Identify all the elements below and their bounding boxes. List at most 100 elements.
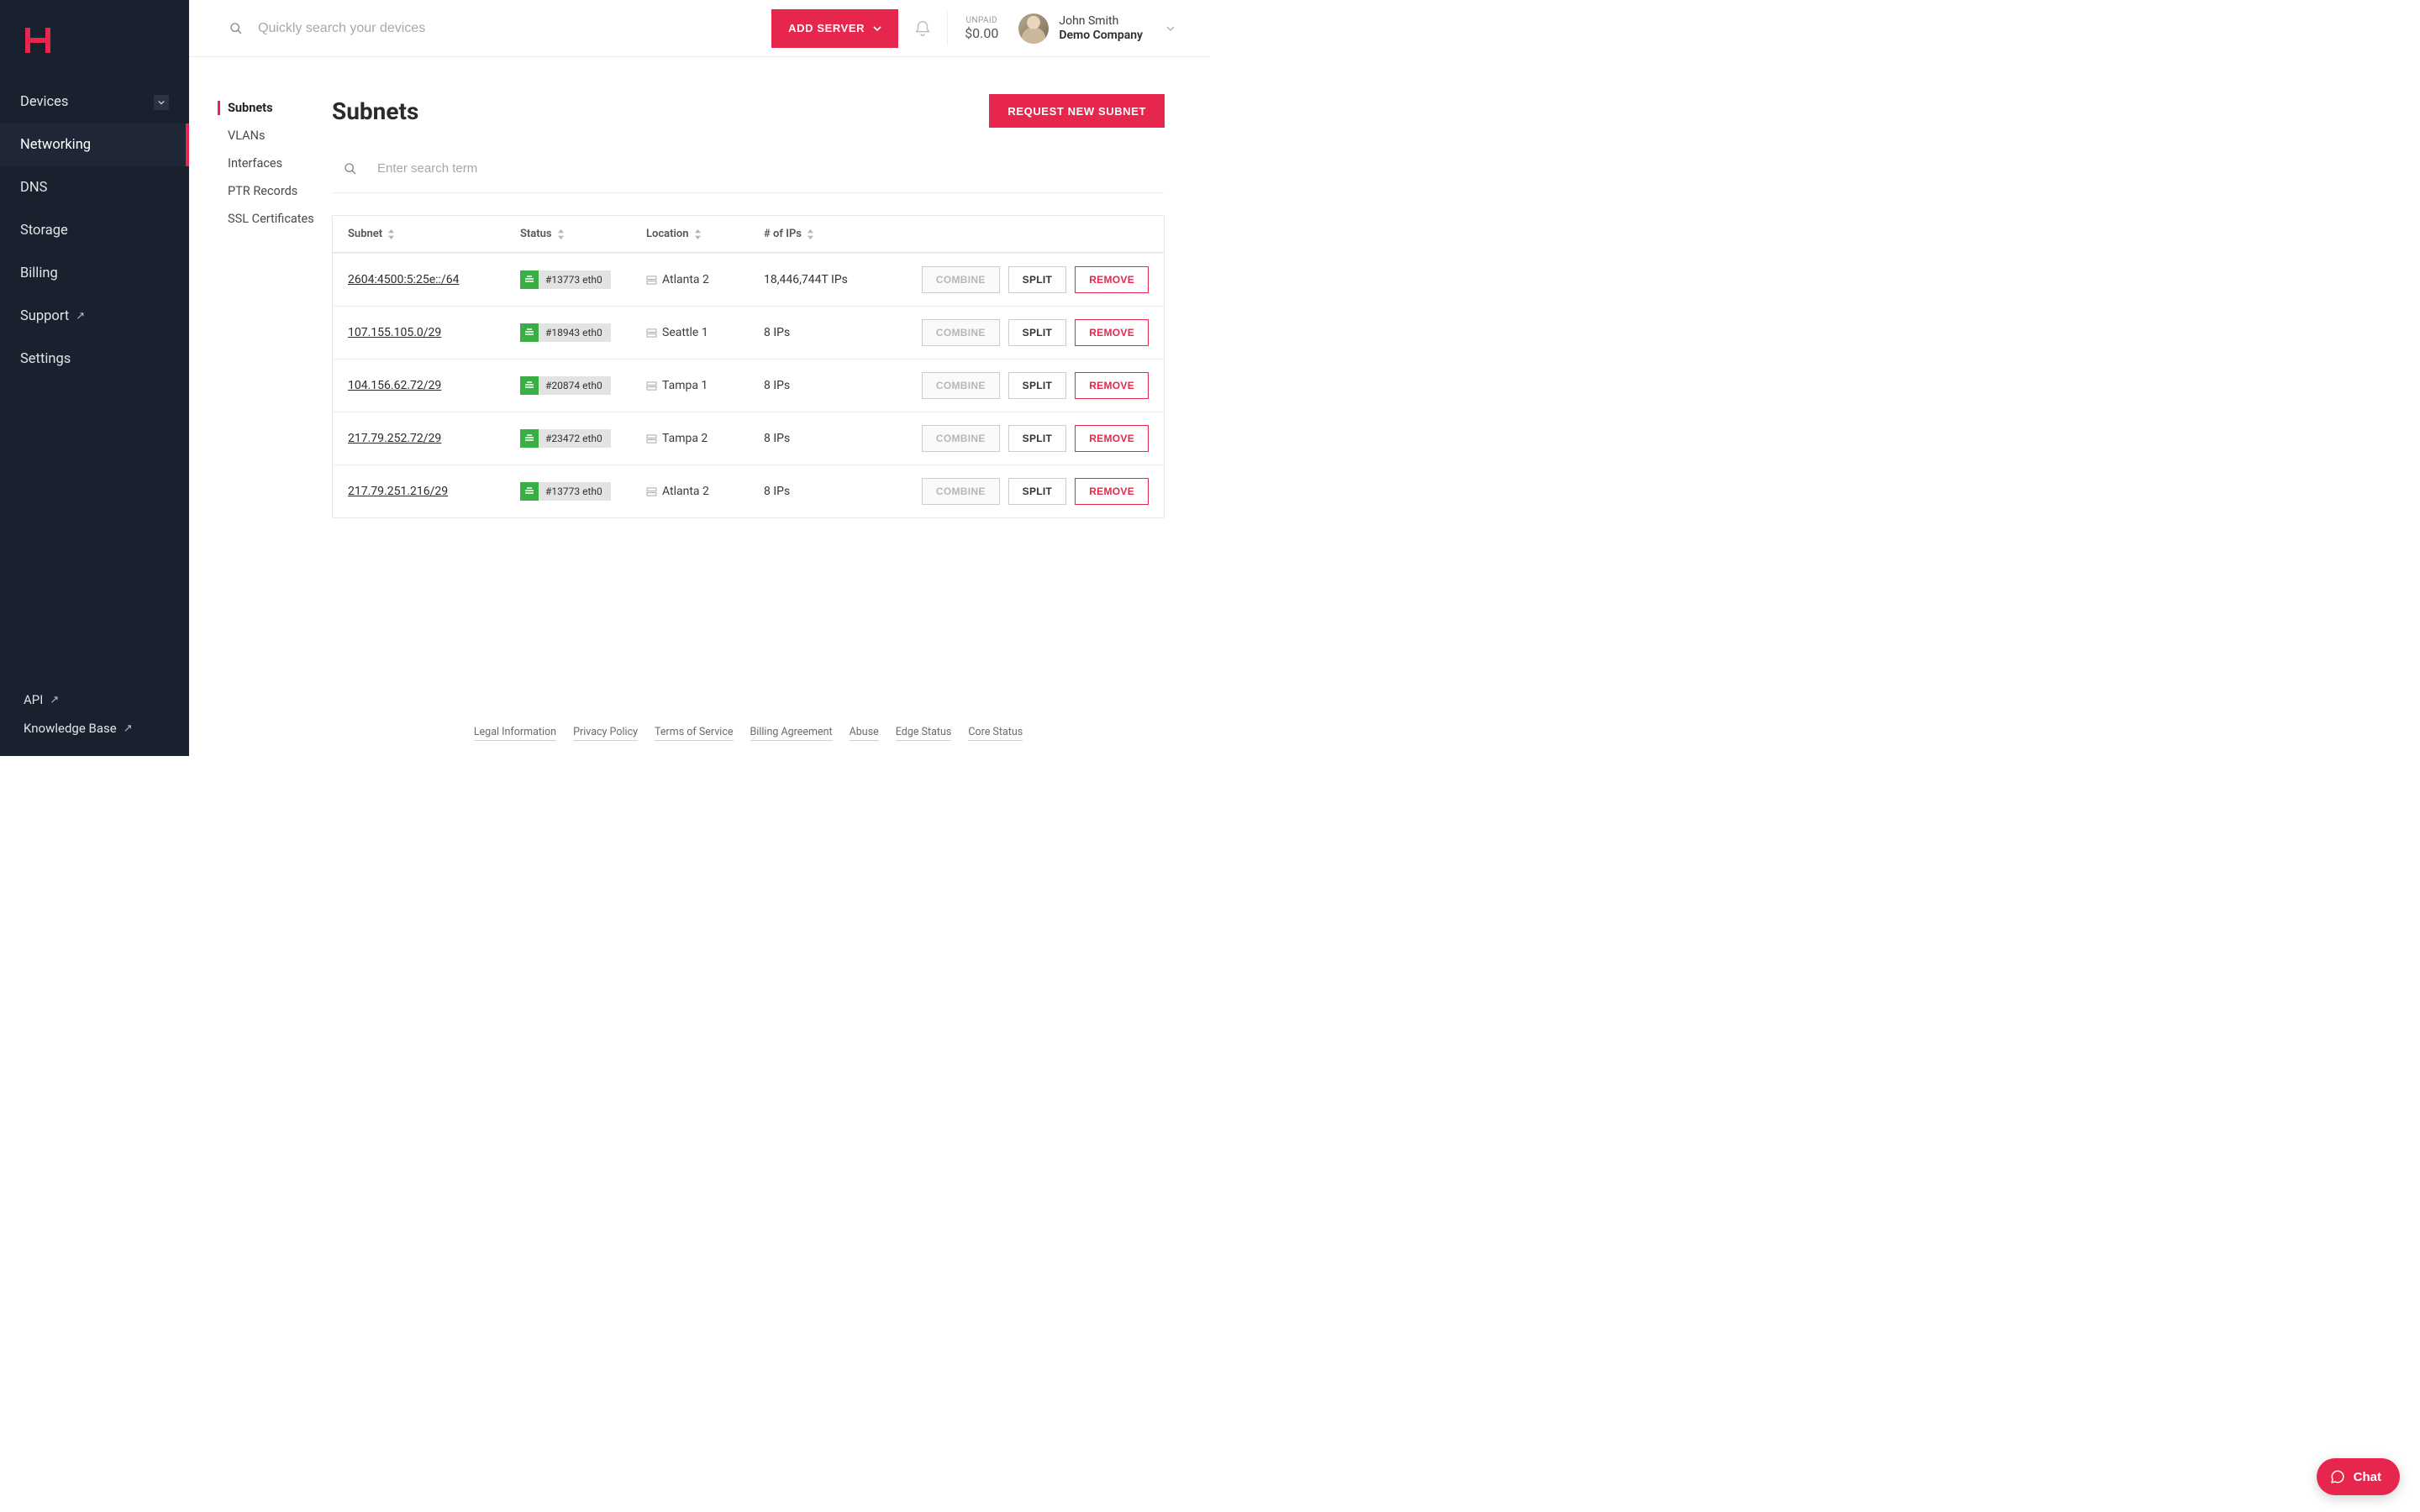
combine-button[interactable]: COMBINE [922, 425, 1000, 452]
nav-label: Storage [20, 223, 68, 239]
split-button[interactable]: SPLIT [1008, 372, 1067, 399]
footer-link[interactable]: Terms of Service [655, 726, 733, 741]
remove-button[interactable]: REMOVE [1075, 478, 1149, 505]
add-server-button[interactable]: ADD SERVER [771, 9, 898, 48]
status-ok-icon [520, 482, 539, 501]
chevron-down-icon [1166, 24, 1175, 33]
split-button[interactable]: SPLIT [1008, 319, 1067, 346]
subnet-link[interactable]: 104.156.62.72/29 [348, 379, 441, 392]
nav-label: Settings [20, 351, 71, 367]
subnav: Subnets VLANs Interfaces PTR Records SSL… [189, 57, 332, 756]
panel-head: Subnets REQUEST NEW SUBNET [332, 94, 1165, 128]
nav-item-api[interactable]: API ↗ [0, 685, 189, 714]
nav-label: Networking [20, 137, 91, 153]
footer-link[interactable]: Legal Information [474, 726, 556, 741]
subnet-link[interactable]: 217.79.252.72/29 [348, 432, 441, 445]
split-button[interactable]: SPLIT [1008, 425, 1067, 452]
notifications-button[interactable] [898, 18, 947, 39]
header: ADD SERVER UNPAID $0.00 John Smith Demo … [189, 0, 1210, 57]
nav-item-dns[interactable]: DNS [0, 166, 189, 209]
location-text: Atlanta 2 [662, 273, 709, 286]
table-row: 2604:4500:5:25e::/64 #13773 eth0 Atlanta 2… [333, 253, 1164, 306]
chat-label: Chat [2354, 1470, 2381, 1484]
subnav-item-ssl-certificates[interactable]: SSL Certificates [228, 205, 332, 233]
subnav-item-vlans[interactable]: VLANs [228, 122, 332, 150]
col-status[interactable]: Status [520, 228, 646, 240]
combine-button[interactable]: COMBINE [922, 319, 1000, 346]
col-subnet[interactable]: Subnet [348, 228, 520, 240]
nav-label: API [24, 692, 43, 707]
table-header: Subnet Status Location # of IPs [333, 216, 1164, 253]
status-pill: #13773 eth0 [520, 482, 611, 501]
col-location[interactable]: Location [646, 228, 764, 240]
remove-button[interactable]: REMOVE [1075, 425, 1149, 452]
nav-item-settings[interactable]: Settings [0, 338, 189, 381]
remove-button[interactable]: REMOVE [1075, 266, 1149, 293]
subnav-item-interfaces[interactable]: Interfaces [228, 150, 332, 177]
content: Subnets VLANs Interfaces PTR Records SSL… [189, 57, 1210, 756]
footer-link[interactable]: Privacy Policy [573, 726, 638, 741]
table-row: 104.156.62.72/29#20874 eth0Tampa 18 IPsC… [333, 359, 1164, 412]
subnets-table: Subnet Status Location # of IPs [332, 215, 1165, 518]
nav-label: Support [20, 308, 69, 324]
request-new-subnet-button[interactable]: REQUEST NEW SUBNET [989, 94, 1165, 128]
status-text: #18943 eth0 [545, 327, 602, 339]
nav-item-knowledge-base[interactable]: Knowledge Base ↗ [0, 714, 189, 743]
logo-icon [20, 23, 55, 58]
avatar [1018, 13, 1049, 44]
global-search-input[interactable] [258, 21, 771, 36]
chevron-down-icon [154, 95, 169, 110]
sort-icon [694, 229, 702, 239]
nav-label: Knowledge Base [24, 721, 117, 736]
subnet-link[interactable]: 217.79.251.216/29 [348, 485, 448, 498]
user-menu[interactable]: John Smith Demo Company [1018, 13, 1175, 44]
footer-link[interactable]: Core Status [968, 726, 1023, 741]
footer-link[interactable]: Edge Status [896, 726, 952, 741]
nav-label: Billing [20, 265, 58, 281]
subnet-link[interactable]: 2604:4500:5:25e::/64 [348, 273, 459, 286]
combine-button[interactable]: COMBINE [922, 372, 1000, 399]
split-button[interactable]: SPLIT [1008, 266, 1067, 293]
ips-text: 8 IPs [764, 379, 871, 392]
status-pill: #20874 eth0 [520, 376, 611, 395]
status-ok-icon [520, 323, 539, 342]
nav-item-billing[interactable]: Billing [0, 252, 189, 295]
chat-icon [2330, 1469, 2345, 1484]
balance-block: UNPAID $0.00 [965, 16, 998, 41]
combine-button[interactable]: COMBINE [922, 266, 1000, 293]
status-pill: #18943 eth0 [520, 323, 611, 342]
footer-link[interactable]: Abuse [850, 726, 879, 741]
user-name-block: John Smith Demo Company [1059, 14, 1143, 43]
datacenter-icon [646, 434, 657, 444]
sort-icon [807, 229, 814, 239]
bell-icon [913, 18, 932, 39]
nav-item-devices[interactable]: Devices [0, 81, 189, 123]
search-icon [344, 162, 357, 176]
subnav-item-subnets[interactable]: Subnets [228, 94, 332, 122]
status-pill: #23472 eth0 [520, 429, 611, 448]
subnet-link[interactable]: 107.155.105.0/29 [348, 326, 441, 339]
split-button[interactable]: SPLIT [1008, 478, 1067, 505]
external-link-icon: ↗ [50, 694, 59, 706]
external-link-icon: ↗ [76, 310, 85, 323]
balance-label: UNPAID [965, 16, 998, 25]
datacenter-icon [646, 381, 657, 391]
status-pill: #13773 eth0 [520, 270, 611, 289]
nav-item-support[interactable]: Support ↗ [0, 295, 189, 338]
remove-button[interactable]: REMOVE [1075, 319, 1149, 346]
col-ips[interactable]: # of IPs [764, 228, 871, 240]
nav-label: DNS [20, 180, 47, 196]
chevron-down-icon [873, 24, 881, 33]
nav-item-storage[interactable]: Storage [0, 209, 189, 252]
subnav-item-ptr-records[interactable]: PTR Records [228, 177, 332, 205]
footer-link[interactable]: Billing Agreement [750, 726, 833, 741]
location-text: Tampa 2 [662, 432, 708, 445]
user-name: John Smith [1059, 14, 1143, 29]
table-search-input[interactable] [377, 161, 544, 176]
combine-button[interactable]: COMBINE [922, 478, 1000, 505]
remove-button[interactable]: REMOVE [1075, 372, 1149, 399]
chat-button[interactable]: Chat [2317, 1458, 2400, 1495]
external-link-icon: ↗ [124, 722, 133, 735]
nav-item-networking[interactable]: Networking [0, 123, 189, 166]
status-ok-icon [520, 376, 539, 395]
